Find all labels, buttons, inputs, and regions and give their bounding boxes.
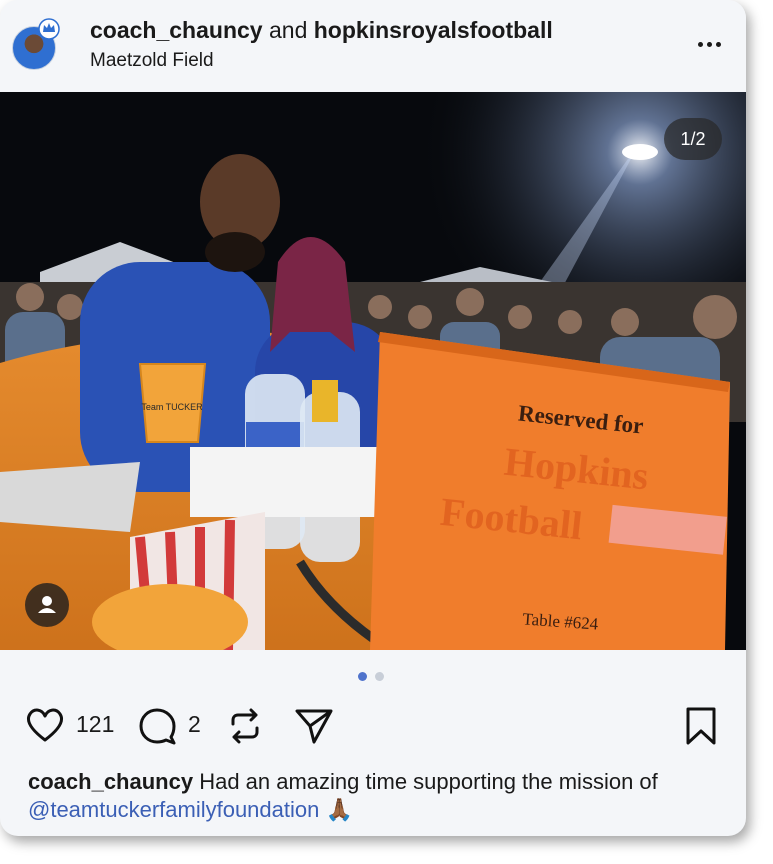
like-count[interactable]: 121 xyxy=(76,711,114,738)
author-primary[interactable]: coach_chauncy xyxy=(90,17,263,43)
caption-username[interactable]: coach_chauncy xyxy=(28,769,193,794)
image-counter: 1/2 xyxy=(664,118,722,160)
caption-emoji: 🙏🏾 xyxy=(319,797,353,822)
bookmark-icon[interactable] xyxy=(684,706,718,746)
crown-logo-icon xyxy=(38,18,60,40)
cup-text: Team TUCKER xyxy=(141,402,203,412)
user-tag-icon[interactable] xyxy=(25,583,69,627)
post-authors[interactable]: coach_chauncy and hopkinsroyalsfootball xyxy=(90,17,553,44)
author-joiner: and xyxy=(262,17,314,43)
author-secondary[interactable]: hopkinsroyalsfootball xyxy=(314,17,553,43)
carousel-dot-active[interactable] xyxy=(358,672,367,681)
comment-icon[interactable] xyxy=(138,706,178,746)
caption-mention[interactable]: @teamtuckerfamilyfoundation xyxy=(28,797,319,822)
repost-icon[interactable] xyxy=(226,706,264,746)
carousel-indicator xyxy=(358,672,384,681)
post-header: coach_chauncy and hopkinsroyalsfootball … xyxy=(0,0,746,92)
action-bar: 121 2 xyxy=(0,700,746,750)
comment-count[interactable]: 2 xyxy=(188,711,201,738)
caption-text: Had an amazing time supporting the missi… xyxy=(193,769,664,794)
event-photo: Team TUCKER Reserved for Hopkins Footbal… xyxy=(0,92,746,650)
post-caption: coach_chauncy Had an amazing time suppor… xyxy=(28,768,728,824)
post-card: coach_chauncy and hopkinsroyalsfootball … xyxy=(0,0,746,836)
share-icon[interactable] xyxy=(294,706,334,746)
more-options-icon[interactable] xyxy=(692,30,726,58)
post-location[interactable]: Maetzold Field xyxy=(90,50,214,72)
heart-icon[interactable] xyxy=(24,706,66,744)
carousel-dot[interactable] xyxy=(375,672,384,681)
post-image[interactable]: Team TUCKER Reserved for Hopkins Footbal… xyxy=(0,92,746,650)
